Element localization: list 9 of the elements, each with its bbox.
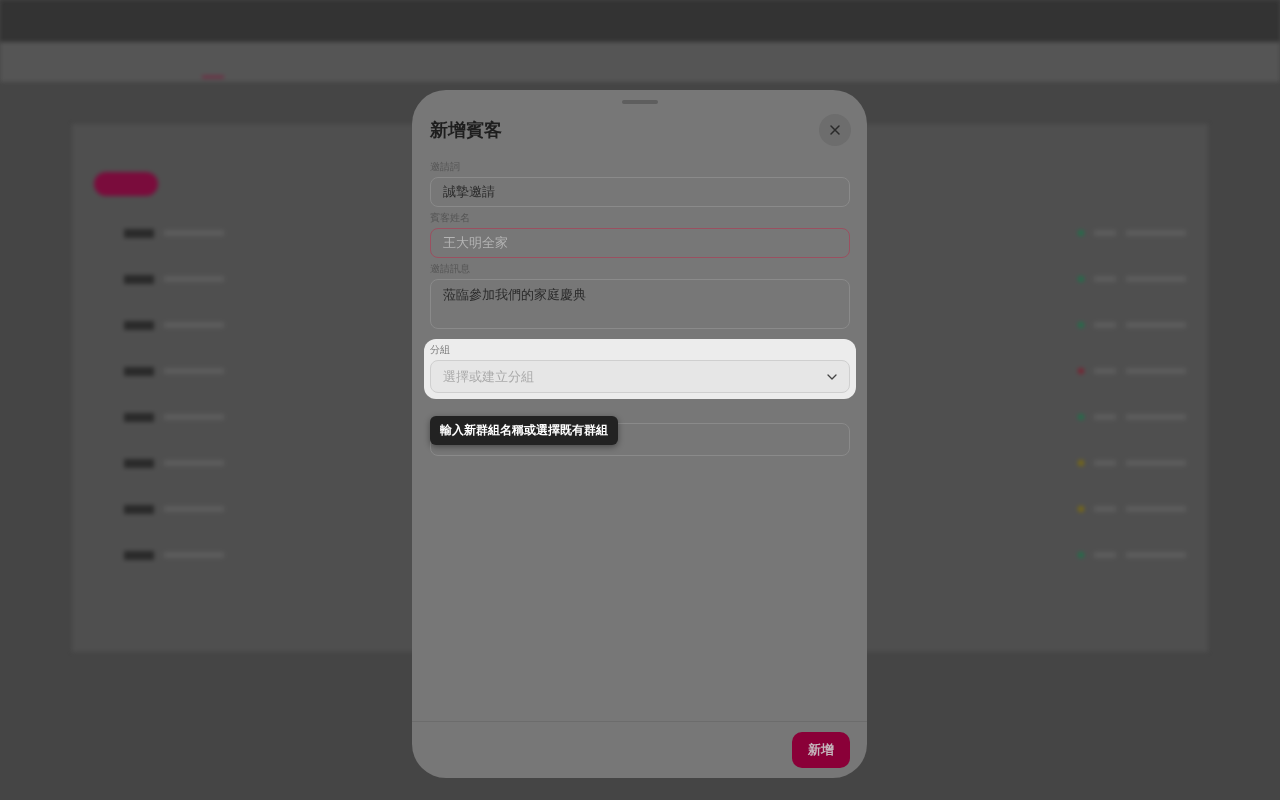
field-label: 分組 [430,343,451,357]
dialog-title: 新增賓客 [430,118,502,142]
textarea-field[interactable]: 蒞臨參加我們的家庭慶典 [430,279,850,329]
add-button[interactable]: 新增 [792,732,850,768]
chevron-down-icon [827,373,837,380]
close-icon [829,124,841,136]
tooltip: 輸入新群組名稱或選擇既有群組 [430,416,618,445]
close-button[interactable] [819,114,851,146]
input-field[interactable]: 誠摯邀請 [430,177,850,207]
